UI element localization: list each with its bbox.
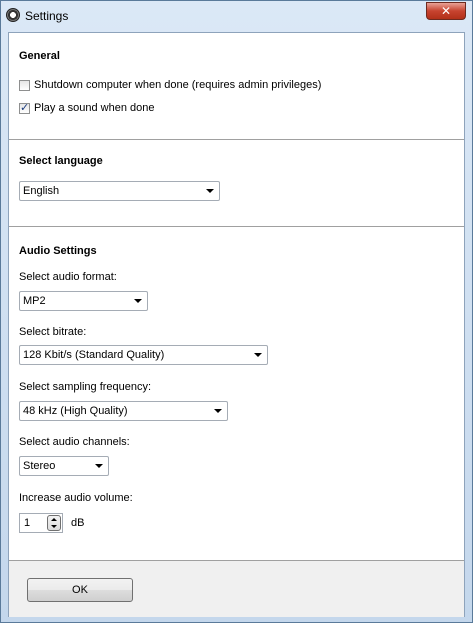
general-heading: General: [19, 50, 60, 62]
chevron-down-icon: [254, 353, 262, 357]
title-bar[interactable]: Settings ✕: [1, 1, 472, 31]
app-icon: [6, 8, 20, 22]
language-value: English: [23, 185, 60, 197]
chevron-down-icon: [214, 409, 222, 413]
format-select[interactable]: MP2: [19, 291, 148, 311]
divider: [9, 226, 464, 227]
volume-value: 1: [24, 517, 31, 529]
divider: [9, 139, 464, 140]
channels-select[interactable]: Stereo: [19, 456, 109, 476]
sound-checkbox[interactable]: [19, 101, 30, 114]
sound-label: Play a sound when done: [34, 102, 155, 114]
close-button[interactable]: ✕: [426, 2, 466, 20]
volume-label: Increase audio volume:: [19, 492, 133, 504]
settings-panel: General Shutdown computer when done (req…: [8, 32, 465, 617]
arrow-down-icon[interactable]: [51, 525, 57, 528]
language-select[interactable]: English: [19, 181, 220, 201]
format-value: MP2: [23, 295, 46, 307]
bitrate-label: Select bitrate:: [19, 326, 87, 338]
channels-label: Select audio channels:: [19, 436, 130, 448]
shutdown-checkbox-row[interactable]: Shutdown computer when done (requires ad…: [19, 78, 321, 92]
window-title: Settings: [25, 9, 69, 23]
stepper-buttons[interactable]: [47, 515, 61, 531]
chevron-down-icon: [206, 189, 214, 193]
bitrate-value: 128 Kbit/s (Standard Quality): [23, 349, 165, 361]
arrow-up-icon[interactable]: [51, 518, 57, 521]
volume-unit: dB: [71, 517, 85, 529]
sampling-value: 48 kHz (High Quality): [23, 405, 128, 417]
sampling-select[interactable]: 48 kHz (High Quality): [19, 401, 228, 421]
footer: OK: [9, 560, 464, 617]
volume-stepper[interactable]: 1: [19, 513, 63, 533]
shutdown-checkbox[interactable]: [19, 79, 30, 91]
ok-button[interactable]: OK: [27, 578, 133, 602]
shutdown-label: Shutdown computer when done (requires ad…: [34, 79, 322, 91]
chevron-down-icon: [134, 299, 142, 303]
format-label: Select audio format:: [19, 271, 117, 283]
sound-checkbox-row[interactable]: Play a sound when done: [19, 101, 154, 115]
sampling-label: Select sampling frequency:: [19, 381, 152, 393]
audio-heading: Audio Settings: [19, 245, 97, 257]
chevron-down-icon: [95, 464, 103, 468]
language-heading: Select language: [19, 155, 103, 167]
bitrate-select[interactable]: 128 Kbit/s (Standard Quality): [19, 345, 268, 365]
settings-window: Settings ✕ General Shutdown computer whe…: [0, 0, 473, 623]
channels-value: Stereo: [23, 460, 56, 472]
